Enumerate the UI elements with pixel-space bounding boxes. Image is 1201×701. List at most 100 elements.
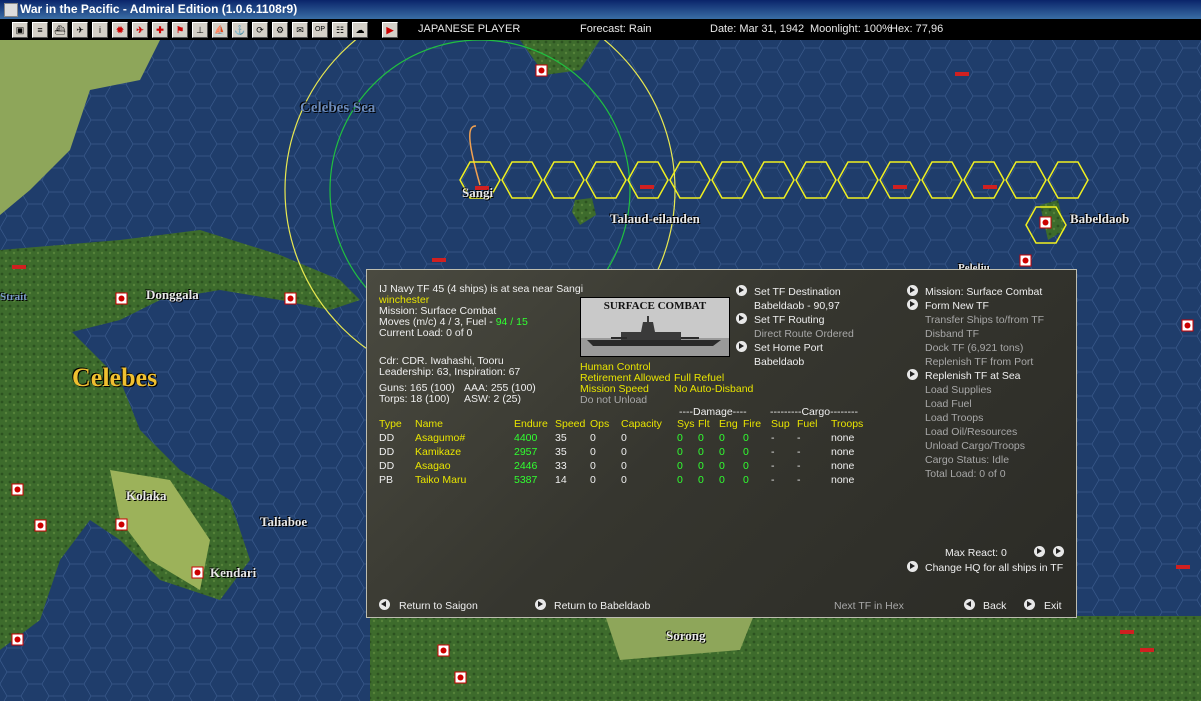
- newguinea-land: [370, 616, 1201, 701]
- arrow-icon: [736, 313, 747, 324]
- table-cell-fire: 0: [743, 446, 749, 458]
- unload-cargo-button[interactable]: Unload Cargo/Troops: [925, 440, 1025, 453]
- carrier-icon[interactable]: ⚑: [172, 22, 188, 38]
- return-saigon-button[interactable]: Return to Saigon: [399, 600, 478, 613]
- destination-value: Babeldaob - 90,97: [754, 300, 840, 312]
- table-cell-eng: 0: [719, 432, 725, 444]
- replenish-port-button[interactable]: Replenish TF from Port: [925, 356, 1033, 369]
- auto-disband-toggle[interactable]: No Auto-Disband: [674, 383, 753, 396]
- report2-icon[interactable]: ☷: [332, 22, 348, 38]
- table-cell-speed: 14: [555, 474, 567, 486]
- end-turn-icon[interactable]: ▶: [382, 22, 398, 38]
- unload-toggle[interactable]: Do not Unload: [580, 394, 647, 407]
- map-icon[interactable]: ▣: [12, 22, 28, 38]
- battleship-icon: [581, 316, 729, 356]
- table-cell-fire: 0: [743, 474, 749, 486]
- table-header-endure[interactable]: Endure: [514, 418, 548, 431]
- table-cell-endure: 2957: [514, 446, 538, 458]
- table-cell-sys: 0: [677, 446, 683, 458]
- set-destination-button[interactable]: Set TF Destination: [754, 286, 841, 299]
- table-header-type[interactable]: Type: [379, 418, 402, 431]
- table-header-speed[interactable]: Speed: [555, 418, 585, 431]
- disband-tf-button[interactable]: Disband TF: [925, 328, 979, 341]
- info-icon[interactable]: i: [92, 22, 108, 38]
- load-supplies-button[interactable]: Load Supplies: [925, 384, 992, 397]
- map-label-babeldaob: Babeldaob: [1070, 211, 1130, 226]
- table-cell-name[interactable]: Asagao: [415, 460, 451, 473]
- moonlight-label: Moonlight: 100%: [810, 23, 892, 35]
- mission-button[interactable]: Mission: Surface Combat: [925, 286, 1042, 299]
- set-routing-button[interactable]: Set TF Routing: [754, 314, 824, 327]
- table-header-fuel[interactable]: Fuel: [797, 418, 817, 431]
- table-header-name[interactable]: Name: [415, 418, 443, 431]
- table-cell-speed: 35: [555, 432, 567, 444]
- player-label: JAPANESE PLAYER: [418, 23, 521, 35]
- table-header-capacity[interactable]: Capacity: [621, 418, 662, 431]
- back-arrow-icon: [379, 599, 390, 610]
- back-button[interactable]: Back: [983, 600, 1006, 613]
- recycle-icon[interactable]: ⚓: [232, 22, 248, 38]
- table-cell-name[interactable]: Asagumo#: [415, 432, 465, 445]
- flag-icon[interactable]: ✹: [112, 22, 128, 38]
- report-icon[interactable]: OP: [312, 22, 328, 38]
- table-cell-sys: 0: [677, 460, 683, 472]
- table-cell-type: DD: [379, 460, 395, 472]
- replenish-sea-button[interactable]: Replenish TF at Sea: [925, 370, 1021, 383]
- forecast-label: Forecast: Rain: [580, 23, 652, 35]
- table-header-fire[interactable]: Fire: [743, 418, 761, 431]
- air-icon[interactable]: ✈: [72, 22, 88, 38]
- next-tf-button[interactable]: Next TF in Hex: [834, 600, 904, 613]
- table-cell-type: PB: [379, 474, 394, 486]
- base-flag-icon[interactable]: ✚: [152, 22, 168, 38]
- table-cell-name[interactable]: Taiko Maru: [415, 474, 466, 487]
- map-label-celebes: Celebes: [72, 363, 158, 392]
- routing-value: Direct Route Ordered: [754, 328, 854, 340]
- load-oil-button[interactable]: Load Oil/Resources: [925, 426, 1017, 439]
- table-cell-fire: 0: [743, 460, 749, 472]
- return-babeldaob-button[interactable]: Return to Babeldaob: [554, 600, 650, 613]
- table-header-sup[interactable]: Sup: [771, 418, 790, 431]
- tf-torps: Torps: 18 (100): [379, 393, 450, 405]
- table-cell-speed: 33: [555, 460, 567, 472]
- table-header-ops[interactable]: Ops: [590, 418, 609, 431]
- back-arrow-icon: [964, 599, 975, 610]
- landing-icon[interactable]: ⊥: [192, 22, 208, 38]
- options-icon[interactable]: ⚙: [272, 22, 288, 38]
- table-cell-sys: 0: [677, 474, 683, 486]
- change-hq-button[interactable]: Change HQ for all ships in TF: [925, 562, 1063, 575]
- task-force-panel: IJ Navy TF 45 (4 ships) is at sea near S…: [366, 269, 1077, 618]
- form-new-tf-button[interactable]: Form New TF: [925, 300, 989, 313]
- table-header-troops[interactable]: Troops: [831, 418, 863, 431]
- table-cell-type: DD: [379, 446, 395, 458]
- exit-arrow-icon: [1024, 599, 1035, 610]
- set-home-port-button[interactable]: Set Home Port: [754, 342, 823, 355]
- app-icon: [4, 3, 18, 17]
- title-bar: War in the Pacific - Admiral Edition (1.…: [0, 0, 1201, 19]
- arrow-icon: [736, 341, 747, 352]
- exit-button[interactable]: Exit: [1044, 600, 1062, 613]
- table-header-sys[interactable]: Sys: [677, 418, 695, 431]
- last-arrow-icon[interactable]: [1053, 546, 1064, 557]
- table-cell-flt: 0: [698, 446, 704, 458]
- next-arrow-icon[interactable]: [1034, 546, 1045, 557]
- fleet-icon[interactable]: ⛵: [212, 22, 228, 38]
- table-cell-troops: none: [831, 432, 855, 444]
- table-cell-flt: 0: [698, 432, 704, 444]
- toolbar: ▣ ≡ ⛴ ✈ i ✹ ✈ ✚ ⚑ ⊥ ⛵ ⚓ ⟳ ⚙ ✉ OP ☷ ☁ ▶ J…: [0, 19, 1201, 40]
- table-header-flt[interactable]: Flt: [698, 418, 710, 431]
- load-fuel-button[interactable]: Load Fuel: [925, 398, 972, 411]
- ships-icon[interactable]: ⛴: [52, 22, 68, 38]
- load-troops-button[interactable]: Load Troops: [925, 412, 983, 425]
- table-cell-ops: 0: [590, 460, 596, 472]
- table-header-eng[interactable]: Eng: [719, 418, 738, 431]
- transfer-ships-button[interactable]: Transfer Ships to/from TF: [925, 314, 1044, 327]
- commands-icon[interactable]: ✉: [292, 22, 308, 38]
- table-cell-ops: 0: [590, 446, 596, 458]
- fighter-icon[interactable]: ✈: [132, 22, 148, 38]
- list-icon[interactable]: ≡: [32, 22, 48, 38]
- table-cell-name[interactable]: Kamikaze: [415, 446, 461, 459]
- dock-tf-button[interactable]: Dock TF (6,921 tons): [925, 342, 1023, 355]
- tf-asw: ASW: 2 (25): [464, 393, 521, 405]
- cycle-icon[interactable]: ⟳: [252, 22, 268, 38]
- cloud-icon[interactable]: ☁: [352, 22, 368, 38]
